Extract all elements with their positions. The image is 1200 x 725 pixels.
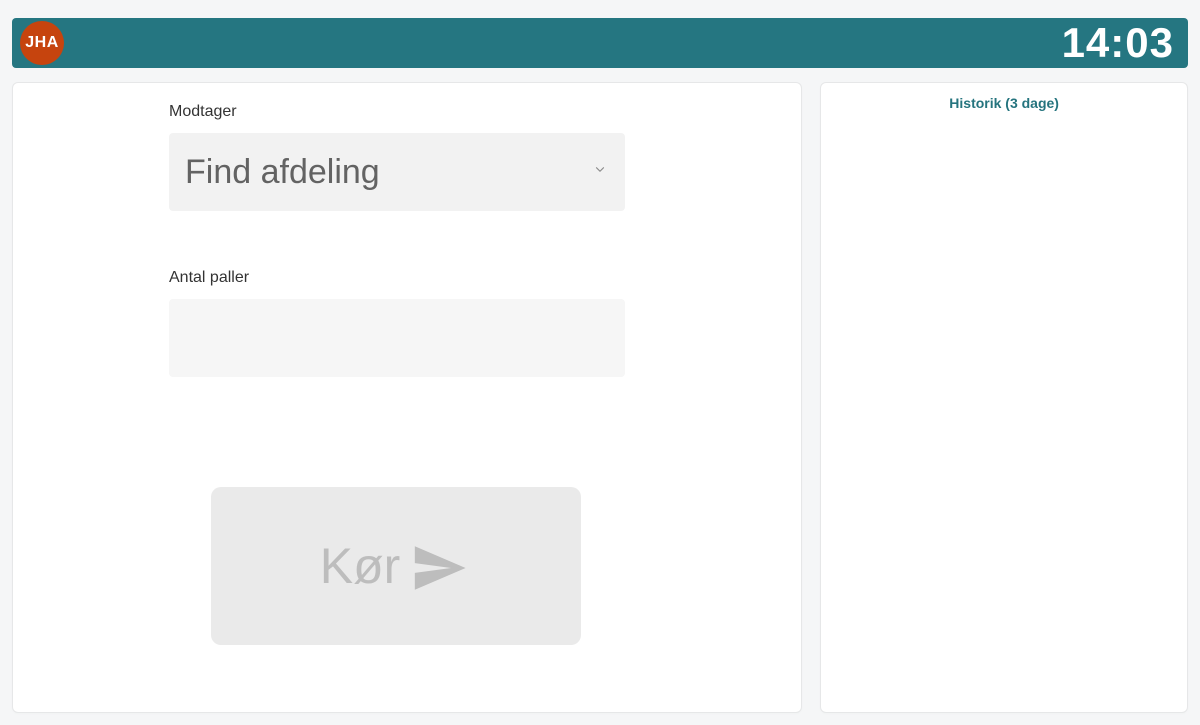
pallets-input[interactable] [169, 299, 625, 377]
recipient-placeholder: Find afdeling [185, 153, 380, 192]
user-initials: JHA [25, 34, 59, 52]
run-button-label: Kør [320, 537, 401, 595]
recipient-label: Modtager [169, 103, 777, 121]
top-bar: JHA 14:03 [12, 18, 1188, 68]
main-content: Modtager Find afdeling Antal paller Kør … [12, 82, 1188, 713]
chevron-down-icon [593, 163, 607, 182]
paper-plane-icon [406, 539, 472, 600]
run-button[interactable]: Kør [211, 487, 581, 645]
pallets-label: Antal paller [169, 269, 777, 287]
clock: 14:03 [1062, 19, 1174, 67]
history-panel: Historik (3 dage) [820, 82, 1188, 713]
history-title: Historik (3 dage) [833, 91, 1175, 111]
user-avatar[interactable]: JHA [20, 21, 64, 65]
form-panel: Modtager Find afdeling Antal paller Kør [12, 82, 802, 713]
recipient-select[interactable]: Find afdeling [169, 133, 625, 211]
